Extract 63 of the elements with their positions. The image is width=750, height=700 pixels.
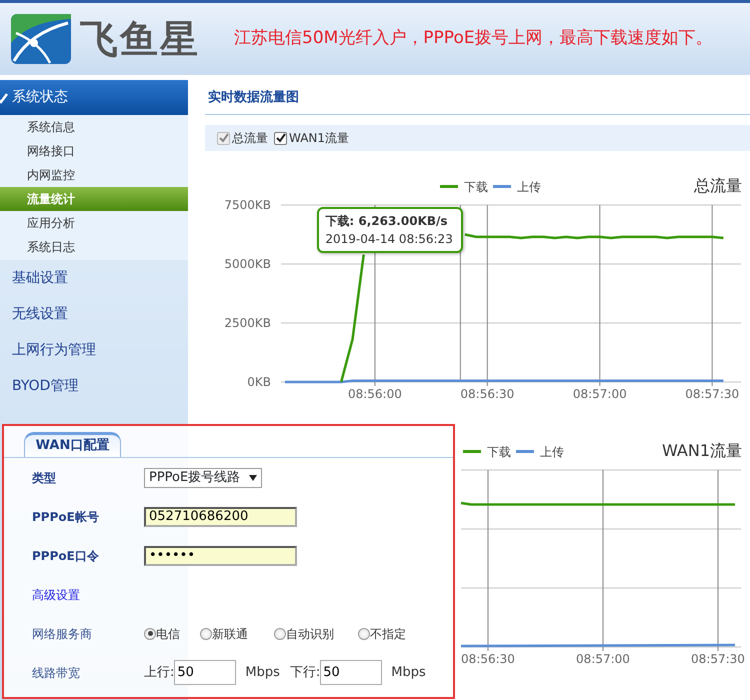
upload-label: 上行:	[144, 664, 174, 682]
radio-label: 新联通	[212, 626, 248, 642]
download-label: 下行:	[290, 664, 320, 682]
y-axis-label: 5000KB	[224, 257, 271, 271]
x-axis-label: 08:57:30	[685, 387, 740, 401]
caret-icon	[249, 474, 257, 480]
legend-label[interactable]: 下载	[487, 445, 511, 459]
unit-label: Mbps	[245, 664, 280, 682]
sidebar-subitem[interactable]: 系统日志	[0, 235, 188, 259]
y-axis-label: 7500KB	[224, 198, 271, 212]
sidebar-subitem[interactable]: 网络接口	[0, 139, 188, 163]
unit-label: Mbps	[391, 664, 426, 682]
radio-button[interactable]	[200, 628, 212, 640]
x-axis-label: 08:57:00	[576, 652, 630, 666]
sidebar-item[interactable]: 无线设置	[0, 296, 188, 332]
radio-label: 电信	[156, 626, 180, 642]
field-label: 网络服务商	[32, 626, 93, 642]
x-axis-label: 08:56:30	[461, 652, 515, 666]
check-icon	[0, 92, 8, 104]
y-axis-label: 0KB	[247, 375, 271, 389]
sidebar-subitem[interactable]: 系统信息	[0, 115, 188, 139]
field-label: 线路带宽	[32, 664, 81, 682]
logo-icon	[10, 13, 72, 65]
chart-title: WAN1流量	[662, 441, 742, 460]
password-field[interactable]: ••••••	[144, 546, 297, 566]
section-title: 实时数据流量图	[205, 80, 750, 115]
download-field[interactable]: 50	[320, 660, 382, 685]
field-label: 类型	[32, 470, 57, 486]
advanced-settings-link[interactable]: 高级设置	[32, 586, 80, 604]
radio-label: 自动识别	[286, 626, 334, 642]
legend-label[interactable]: 上传	[517, 180, 541, 194]
checkbox-label: 总流量	[232, 130, 268, 147]
section-label: 系统状态	[12, 88, 68, 107]
checkbox-label: WAN1流量	[289, 130, 350, 147]
tooltip-value: 下载: 6,263.00KB/s	[325, 213, 449, 230]
legend-label[interactable]: 上传	[540, 445, 564, 459]
sidebar-subitem[interactable]: 内网监控	[0, 163, 188, 187]
headline-text: 江苏电信50M光纤入户，PPPoE拨号上网，最高下载速度如下。	[234, 27, 713, 50]
sidebar-section-header[interactable]: 系统状态	[0, 80, 188, 115]
tooltip-time: 2019-04-14 08:56:23	[325, 231, 454, 248]
x-axis-label: 08:57:00	[572, 387, 627, 401]
x-axis-label: 08:57:30	[691, 652, 745, 666]
account-field[interactable]: 052710686200	[144, 506, 297, 526]
upload-field[interactable]: 50	[174, 660, 236, 685]
type-dropdown[interactable]: PPPoE拨号线路	[144, 468, 262, 488]
field-label: PPPoE帐号	[32, 508, 100, 526]
field-label: PPPoE口令	[32, 548, 100, 564]
sidebar-subitem[interactable]: 应用分析	[0, 211, 188, 235]
sidebar-item[interactable]: BYOD管理	[0, 368, 188, 404]
x-axis-label: 08:56:00	[348, 387, 402, 401]
logo-text: 飞鱼星	[80, 16, 200, 62]
radio-label: 不指定	[370, 626, 406, 642]
radio-button[interactable]	[144, 628, 156, 640]
sidebar-item[interactable]: 上网行为管理	[0, 332, 188, 368]
panel-tab[interactable]: WAN口配置	[24, 432, 121, 457]
radio-button[interactable]	[274, 628, 286, 640]
y-axis-label: 2500KB	[224, 316, 271, 330]
radio-button[interactable]	[358, 628, 370, 640]
x-axis-label: 08:56:30	[460, 387, 514, 401]
legend-label[interactable]: 下载	[464, 180, 488, 194]
chart-title: 总流量	[694, 176, 742, 195]
sidebar-item[interactable]: 基础设置	[0, 260, 188, 296]
checkbox[interactable]	[274, 132, 287, 144]
